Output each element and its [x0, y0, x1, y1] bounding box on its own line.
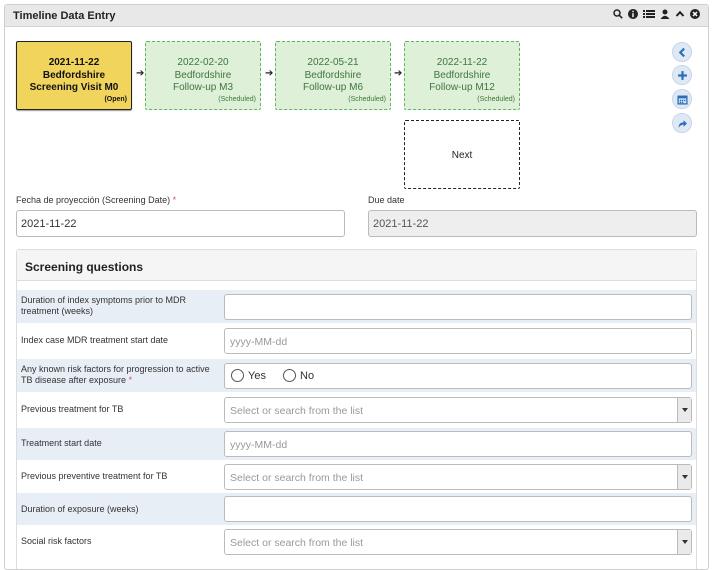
calendar-icon	[676, 95, 688, 105]
visit-date: 2022-11-22	[436, 57, 488, 68]
visit-status: (Open)	[104, 96, 127, 103]
info-icon[interactable]	[628, 9, 638, 19]
visit-name: Follow-up M3	[172, 82, 234, 93]
add-button[interactable]	[672, 65, 692, 85]
screening-questions-section: Screening questions Duration of index sy…	[16, 249, 697, 569]
visit-status: (Scheduled)	[218, 96, 256, 103]
panel-header: Timeline Data Entry	[5, 5, 708, 27]
caret-down-icon	[681, 475, 688, 479]
caret-down-icon	[681, 540, 688, 544]
radio-option-no[interactable]: No	[283, 369, 314, 382]
screening-date-label: Fecha de proyección (Screening Date) *	[16, 195, 176, 205]
visit-status: (Scheduled)	[477, 96, 515, 103]
mdr-treatment-start-date-input[interactable]: yyyy-MM-dd	[224, 328, 692, 354]
due-date-label: Due date	[368, 195, 405, 205]
required-mark: *	[172, 195, 177, 205]
social-risk-factors-select[interactable]: Select or search from the list	[224, 529, 692, 555]
visit-name: Follow-up M6	[302, 82, 364, 93]
dropdown-button[interactable]	[677, 398, 691, 422]
screening-date-label-text: Fecha de proyección (Screening Date)	[16, 195, 171, 205]
calendar-button[interactable]	[672, 89, 692, 109]
timeline-arrow: ➔	[394, 68, 403, 79]
user-icon[interactable]	[660, 9, 670, 19]
question-label: Index case MDR treatment start date	[21, 335, 169, 345]
share-icon	[678, 119, 687, 128]
visit-site: Bedfordshire	[433, 69, 491, 81]
select-placeholder: Select or search from the list	[230, 537, 364, 549]
question-row: Index case MDR treatment start date yyyy…	[17, 325, 696, 357]
exposure-duration-input[interactable]	[224, 496, 692, 522]
select-placeholder: Select or search from the list	[230, 472, 364, 484]
dropdown-button[interactable]	[677, 530, 691, 554]
symptom-duration-input[interactable]	[224, 294, 692, 320]
list-icon[interactable]	[643, 9, 655, 19]
question-label: Treatment start date	[21, 438, 102, 448]
visit-site: Bedfordshire	[174, 69, 232, 81]
caret-down-icon	[681, 408, 688, 412]
question-label: Social risk factors	[21, 536, 92, 546]
visit-name: Screening Visit M0	[29, 82, 119, 93]
radio-yes[interactable]	[231, 369, 244, 382]
chevron-left-icon	[678, 47, 685, 57]
question-label: Duration of exposure (weeks)	[21, 504, 139, 514]
previous-preventive-treatment-select[interactable]: Select or search from the list	[224, 464, 692, 490]
next-label: Next	[451, 150, 473, 161]
timeline-arrow: ➔	[265, 68, 274, 79]
close-icon[interactable]	[690, 9, 700, 19]
due-date-input: 2021-11-22	[368, 210, 697, 237]
section-header: Screening questions	[17, 250, 696, 281]
previous-treatment-select[interactable]: Select or search from the list	[224, 397, 692, 423]
question-row: Treatment start date yyyy-MM-dd	[17, 428, 696, 460]
risk-factors-radio-group: Yes No	[224, 363, 692, 389]
visit-date: 2022-05-21	[307, 57, 359, 68]
visit-site: Bedfordshire	[304, 69, 362, 81]
radio-option-yes[interactable]: Yes	[231, 369, 266, 382]
question-label: Previous treatment for TB	[21, 404, 124, 414]
question-row: Previous preventive treatment for TB Sel…	[17, 460, 696, 492]
question-row: Social risk factors Select or search fro…	[17, 526, 696, 558]
visit-card-followup-m3[interactable]: 2022-02-20 Bedfordshire Follow-up M3 (Sc…	[145, 41, 261, 110]
visit-status: (Scheduled)	[348, 96, 386, 103]
visit-date: 2021-11-22	[48, 57, 100, 68]
treatment-start-date-input[interactable]: yyyy-MM-dd	[224, 431, 692, 457]
radio-yes-label: Yes	[248, 369, 266, 382]
radio-no[interactable]	[283, 369, 296, 382]
timeline-arrow: ➔	[136, 68, 145, 79]
visit-card-followup-m6[interactable]: 2022-05-21 Bedfordshire Follow-up M6 (Sc…	[275, 41, 391, 110]
question-label: Previous preventive treatment for TB	[21, 471, 168, 481]
chevron-up-icon[interactable]	[675, 9, 685, 19]
panel-title: Timeline Data Entry	[13, 10, 116, 22]
select-placeholder: Select or search from the list	[230, 405, 364, 417]
question-label-text: Any known risk factors for progression t…	[21, 364, 210, 385]
section-title: Screening questions	[25, 260, 144, 274]
question-row: Previous treatment for TB Select or sear…	[17, 394, 696, 426]
plus-icon	[677, 70, 687, 80]
radio-no-label: No	[300, 369, 315, 382]
visit-name: Follow-up M12	[429, 82, 495, 93]
next-visit-button[interactable]: Next	[404, 120, 520, 189]
visit-site: Bedfordshire	[42, 69, 106, 81]
question-row: Duration of exposure (weeks)	[17, 493, 696, 525]
question-label: Duration of index symptoms prior to MDR …	[21, 295, 187, 316]
visit-card-screening-m0[interactable]: 2021-11-22 Bedfordshire Screening Visit …	[16, 41, 132, 110]
question-row: Duration of index symptoms prior to MDR …	[17, 290, 696, 323]
question-row: Any known risk factors for progression t…	[17, 359, 696, 392]
timeline-data-entry-panel: Timeline Data Entry 2021-11-22 Bedfordsh…	[4, 4, 709, 570]
header-toolbar	[613, 9, 700, 19]
question-label: Any known risk factors for progression t…	[21, 364, 216, 386]
dropdown-button[interactable]	[677, 465, 691, 489]
screening-date-input[interactable]: 2021-11-22	[16, 210, 345, 237]
visit-card-followup-m12[interactable]: 2022-11-22 Bedfordshire Follow-up M12 (S…	[404, 41, 520, 110]
share-button[interactable]	[672, 113, 692, 133]
required-mark: *	[128, 375, 133, 385]
visit-date: 2022-02-20	[177, 57, 229, 68]
back-button[interactable]	[672, 42, 692, 62]
search-icon[interactable]	[613, 9, 623, 19]
